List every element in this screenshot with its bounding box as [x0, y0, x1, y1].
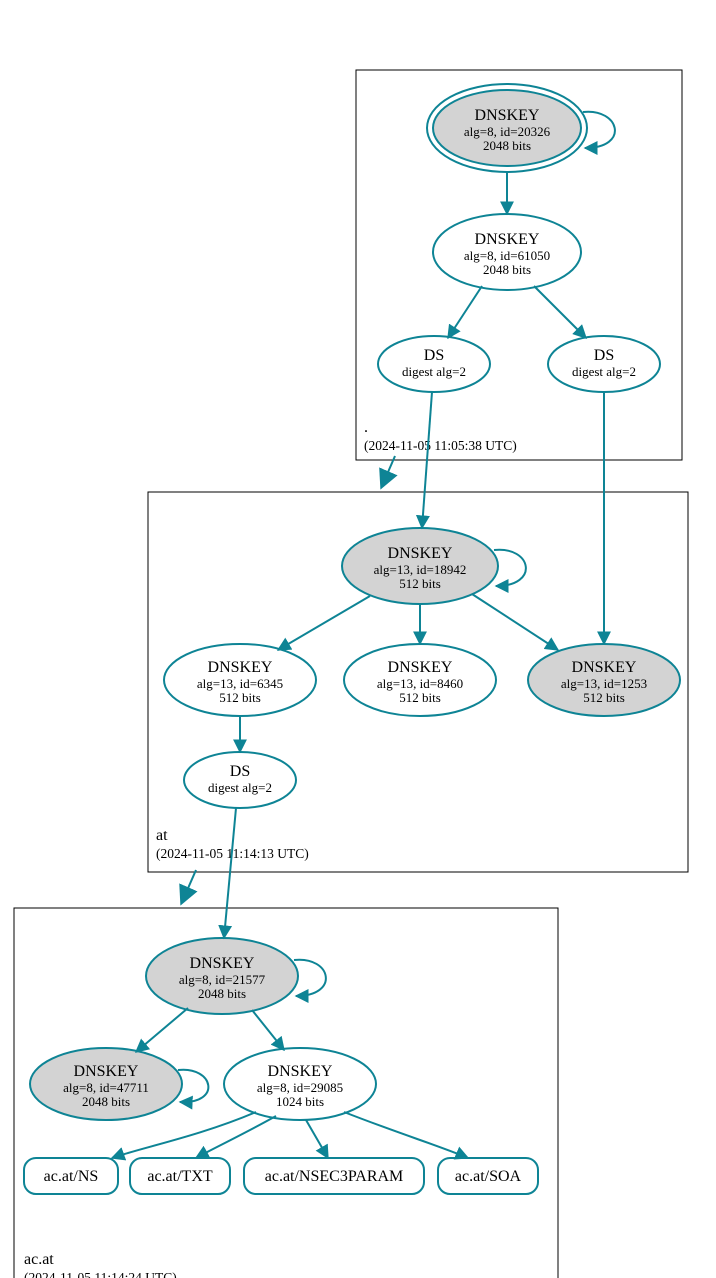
edge-root-zsk-to-ds-right	[534, 286, 586, 338]
node-line3: 2048 bits	[483, 138, 531, 153]
node-title: DS	[594, 347, 614, 364]
node-line2: digest alg=2	[572, 364, 636, 379]
edge-root-zsk-to-ds-left	[448, 286, 482, 338]
node-line2: alg=13, id=8460	[377, 676, 463, 691]
edge-29085-to-ns	[112, 1112, 256, 1158]
node-line3: 1024 bits	[276, 1094, 324, 1109]
node-title: DNSKEY	[74, 1063, 139, 1080]
node-title: DS	[424, 347, 444, 364]
node-title: DNSKEY	[388, 545, 453, 562]
rr-txt: ac.at/TXT	[130, 1158, 230, 1194]
node-at-dnskey-6345: DNSKEY alg=13, id=6345 512 bits	[164, 644, 316, 716]
node-title: DNSKEY	[190, 955, 255, 972]
rr-label: ac.at/NS	[44, 1168, 99, 1185]
node-line2: alg=8, id=61050	[464, 248, 550, 263]
node-line2: alg=13, id=18942	[374, 562, 467, 577]
edge-at-ksk-to-6345	[278, 596, 370, 650]
rr-label: ac.at/SOA	[455, 1168, 522, 1185]
node-title: DNSKEY	[475, 107, 540, 124]
node-at-dnskey-1253: DNSKEY alg=13, id=1253 512 bits	[528, 644, 680, 716]
node-root-ds-left: DS digest alg=2	[378, 336, 490, 392]
node-title: DNSKEY	[208, 659, 273, 676]
zone-acat-label: ac.at	[24, 1251, 54, 1268]
node-root-dnskey-61050: DNSKEY alg=8, id=61050 2048 bits	[433, 214, 581, 290]
node-acat-dnskey-47711: DNSKEY alg=8, id=47711 2048 bits	[30, 1048, 208, 1120]
node-line3: 2048 bits	[198, 986, 246, 1001]
edge-29085-to-soa	[344, 1112, 468, 1158]
rr-label: ac.at/NSEC3PARAM	[265, 1168, 404, 1185]
zone-root-ts: (2024-11-05 11:05:38 UTC)	[364, 438, 517, 453]
edge-acat-ksk-to-47711	[136, 1008, 188, 1052]
node-title: DNSKEY	[388, 659, 453, 676]
node-line2: alg=13, id=1253	[561, 676, 647, 691]
node-at-ds: DS digest alg=2	[184, 752, 296, 808]
node-root-dnskey-20326: DNSKEY alg=8, id=20326 2048 bits	[427, 84, 615, 172]
edge-at-ds-to-acat-ksk	[224, 808, 236, 938]
rr-soa: ac.at/SOA	[438, 1158, 538, 1194]
node-line2: alg=13, id=6345	[197, 676, 283, 691]
node-at-dnskey-8460: DNSKEY alg=13, id=8460 512 bits	[344, 644, 496, 716]
node-line3: 512 bits	[219, 690, 261, 705]
node-acat-dnskey-21577: DNSKEY alg=8, id=21577 2048 bits	[146, 938, 326, 1014]
node-title: DS	[230, 763, 250, 780]
node-line3: 2048 bits	[82, 1094, 130, 1109]
edge-29085-to-txt	[196, 1116, 276, 1158]
node-acat-dnskey-29085: DNSKEY alg=8, id=29085 1024 bits	[224, 1048, 376, 1120]
node-at-dnskey-18942: DNSKEY alg=13, id=18942 512 bits	[342, 528, 526, 604]
rr-label: ac.at/TXT	[147, 1168, 213, 1185]
node-line3: 512 bits	[399, 690, 441, 705]
node-title: DNSKEY	[572, 659, 637, 676]
node-line3: 2048 bits	[483, 262, 531, 277]
rr-ns: ac.at/NS	[24, 1158, 118, 1194]
node-root-ds-right: DS digest alg=2	[548, 336, 660, 392]
node-line2: alg=8, id=20326	[464, 124, 551, 139]
node-line3: 512 bits	[399, 576, 441, 591]
edge-delegation-at-to-acat	[182, 870, 196, 902]
zone-acat-ts: (2024-11-05 11:14:24 UTC)	[24, 1270, 177, 1278]
node-line2: alg=8, id=29085	[257, 1080, 343, 1095]
edge-29085-to-nsec3param	[306, 1120, 328, 1158]
node-line2: alg=8, id=47711	[63, 1080, 149, 1095]
node-line3: 512 bits	[583, 690, 625, 705]
node-line2: digest alg=2	[208, 780, 272, 795]
node-title: DNSKEY	[268, 1063, 333, 1080]
edge-acat-ksk-to-29085	[252, 1010, 284, 1050]
node-title: DNSKEY	[475, 231, 540, 248]
zone-at-label: at	[156, 827, 168, 844]
node-line2: alg=8, id=21577	[179, 972, 266, 987]
edge-at-ksk-to-1253	[472, 594, 558, 650]
zone-root-label: .	[364, 419, 368, 436]
rr-nsec3param: ac.at/NSEC3PARAM	[244, 1158, 424, 1194]
node-line2: digest alg=2	[402, 364, 466, 379]
